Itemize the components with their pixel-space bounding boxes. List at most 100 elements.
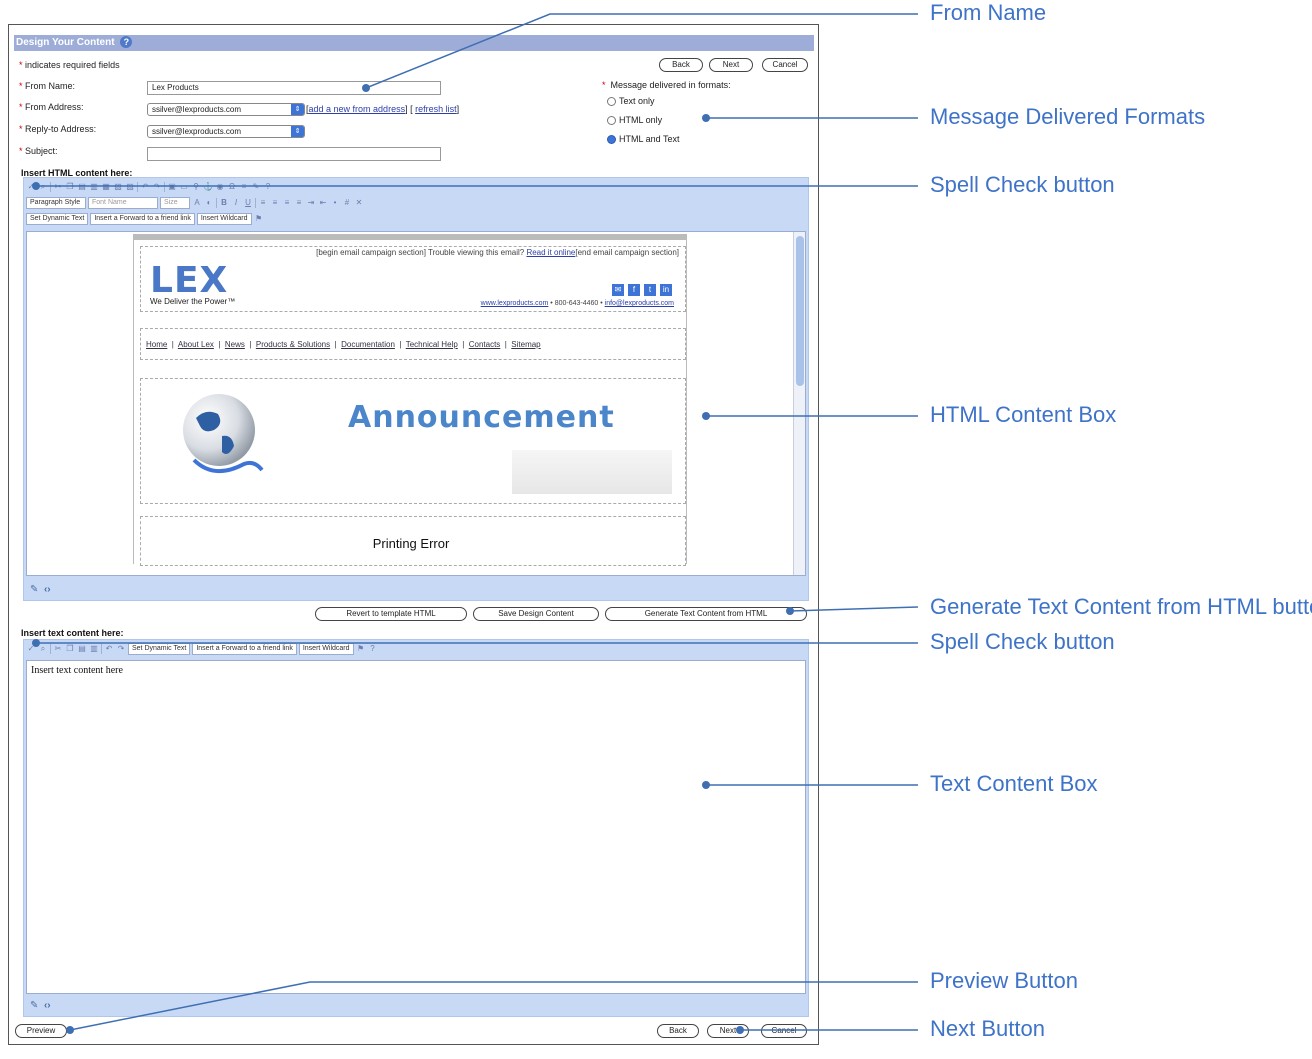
revert-template-button[interactable]: Revert to template HTML — [315, 607, 467, 621]
help-icon[interactable]: ? — [120, 36, 133, 49]
nav-contacts[interactable]: Contacts — [469, 340, 501, 349]
read-online-link[interactable]: Read it online — [526, 248, 575, 257]
align-left-icon[interactable]: ≡ — [258, 198, 268, 208]
help-icon[interactable]: ? — [368, 644, 378, 654]
forward-link-select[interactable]: Insert a Forward to a friend link — [90, 213, 195, 225]
nav-news[interactable]: News — [225, 340, 245, 349]
align-center-icon[interactable]: ≡ — [270, 198, 280, 208]
edit-icon[interactable]: ✎ — [251, 182, 261, 192]
paste-icon[interactable]: ▤ — [77, 182, 87, 192]
nav-about[interactable]: About Lex — [178, 340, 214, 349]
nav-technical-help[interactable]: Technical Help — [406, 340, 458, 349]
anchor-icon[interactable]: ⚓ — [203, 182, 213, 192]
bold-icon[interactable]: B — [219, 198, 229, 208]
outdent-icon[interactable]: ⇤ — [318, 198, 328, 208]
undo-icon[interactable]: ↶ — [104, 644, 114, 654]
font-name-select[interactable]: Font Name — [88, 197, 158, 209]
wildcard-select[interactable]: Insert Wildcard — [196, 213, 252, 225]
paste-text-icon[interactable]: ▦ — [101, 182, 111, 192]
scroll-thumb[interactable] — [796, 236, 804, 386]
radio-icon[interactable] — [607, 96, 616, 106]
copy-icon[interactable]: ❐ — [65, 182, 75, 192]
format-option-text[interactable]: Text only — [607, 96, 655, 106]
link-icon[interactable]: ⚲ — [191, 182, 201, 192]
refresh-list-link[interactable]: refresh list — [415, 104, 457, 114]
cut-icon[interactable]: ✂ — [53, 182, 63, 192]
undo-icon[interactable]: ↶ — [140, 182, 150, 192]
html-content-box[interactable]: [begin email campaign section] Trouble v… — [26, 231, 806, 576]
next-button-bottom[interactable]: Next — [707, 1024, 749, 1038]
cancel-button-top[interactable]: Cancel — [762, 58, 808, 72]
image-icon[interactable]: ▣ — [167, 182, 177, 192]
facebook-icon[interactable]: f — [628, 284, 640, 296]
spell-check-icon[interactable]: ✓ — [26, 644, 36, 654]
spell-check-icon[interactable]: ✓ — [26, 182, 36, 192]
dynamic-text-select[interactable]: Set Dynamic Text — [128, 643, 191, 655]
paragraph-style-select[interactable]: Paragraph Style — [26, 197, 86, 209]
next-button-top[interactable]: Next — [709, 58, 753, 72]
text-content[interactable]: Insert text content here — [31, 665, 123, 676]
forward-link-select[interactable]: Insert a Forward to a friend link — [192, 643, 297, 655]
cut-icon[interactable]: ✂ — [53, 644, 63, 654]
html-scrollbar[interactable] — [793, 232, 805, 575]
twitter-icon[interactable]: t — [644, 284, 656, 296]
nav-sitemap[interactable]: Sitemap — [511, 340, 540, 349]
special-char-icon[interactable]: Ω — [227, 182, 237, 192]
email-icon[interactable]: ✉ — [612, 284, 624, 296]
copy-icon[interactable]: ❐ — [65, 644, 75, 654]
wildcard-select[interactable]: Insert Wildcard — [298, 643, 354, 655]
align-right-icon[interactable]: ≡ — [282, 198, 292, 208]
justify-icon[interactable]: ≡ — [294, 198, 304, 208]
website-link[interactable]: www.lexproducts.com — [481, 300, 549, 307]
rule-icon[interactable]: ▭ — [179, 182, 189, 192]
text-content-box[interactable]: Insert text content here — [26, 660, 806, 994]
from-name-field[interactable]: Lex Products — [147, 81, 441, 95]
reply-to-select[interactable]: ssilver@lexproducts.com ⇕ — [147, 125, 305, 138]
print-icon[interactable]: ▧ — [113, 182, 123, 192]
nav-home[interactable]: Home — [146, 340, 167, 349]
html-mode-icon[interactable]: ‹› — [44, 1000, 51, 1011]
format-option-html[interactable]: HTML only — [607, 115, 662, 125]
paste-icon[interactable]: ▤ — [77, 644, 87, 654]
preview-button[interactable]: Preview — [15, 1024, 67, 1038]
paste-word-icon[interactable]: ▥ — [89, 182, 99, 192]
dynamic-text-select[interactable]: Set Dynamic Text — [26, 213, 89, 225]
tag-icon[interactable]: ⚑ — [254, 214, 264, 224]
italic-icon[interactable]: I — [231, 198, 241, 208]
generate-text-button[interactable]: Generate Text Content from HTML — [605, 607, 807, 621]
bullet-list-icon[interactable]: • — [330, 198, 340, 208]
save-design-button[interactable]: Save Design Content — [473, 607, 599, 621]
design-mode-icon[interactable]: ✎ — [30, 1000, 38, 1011]
radio-selected-icon[interactable] — [607, 134, 616, 144]
media-icon[interactable]: ◉ — [215, 182, 225, 192]
redo-icon[interactable]: ↷ — [116, 644, 126, 654]
underline-icon[interactable]: U — [243, 198, 253, 208]
indent-icon[interactable]: ⇥ — [306, 198, 316, 208]
table-icon[interactable]: ▨ — [125, 182, 135, 192]
size-select[interactable]: Size — [160, 197, 190, 209]
add-from-address-link[interactable]: add a new from address — [309, 104, 406, 114]
back-button-bottom[interactable]: Back — [657, 1024, 699, 1038]
design-mode-icon[interactable]: ✎ — [30, 584, 38, 595]
email-link[interactable]: info@lexproducts.com — [605, 300, 674, 307]
html-mode-icon[interactable]: ‹› — [44, 584, 51, 595]
cancel-button-bottom[interactable]: Cancel — [761, 1024, 807, 1038]
from-address-select[interactable]: ssilver@lexproducts.com ⇕ — [147, 103, 305, 116]
nav-documentation[interactable]: Documentation — [341, 340, 395, 349]
number-list-icon[interactable]: # — [342, 198, 352, 208]
nav-products[interactable]: Products & Solutions — [256, 340, 330, 349]
format-option-html-text[interactable]: HTML and Text — [607, 134, 680, 144]
highlight-icon[interactable]: ◐ — [204, 198, 214, 208]
linkedin-icon[interactable]: in — [660, 284, 672, 296]
help-icon[interactable]: ? — [263, 182, 273, 192]
radio-icon[interactable] — [607, 115, 616, 125]
tag-icon[interactable]: ⚑ — [356, 644, 366, 654]
format-icon[interactable]: ≡ — [239, 182, 249, 192]
back-button-top[interactable]: Back — [659, 58, 703, 72]
subject-field[interactable] — [147, 147, 441, 161]
redo-icon[interactable]: ↷ — [152, 182, 162, 192]
paste-text-icon[interactable]: ▥ — [89, 644, 99, 654]
remove-format-icon[interactable]: ✕ — [354, 198, 364, 208]
find-icon[interactable]: ⌕ — [38, 182, 48, 192]
find-icon[interactable]: ⌕ — [38, 644, 48, 654]
